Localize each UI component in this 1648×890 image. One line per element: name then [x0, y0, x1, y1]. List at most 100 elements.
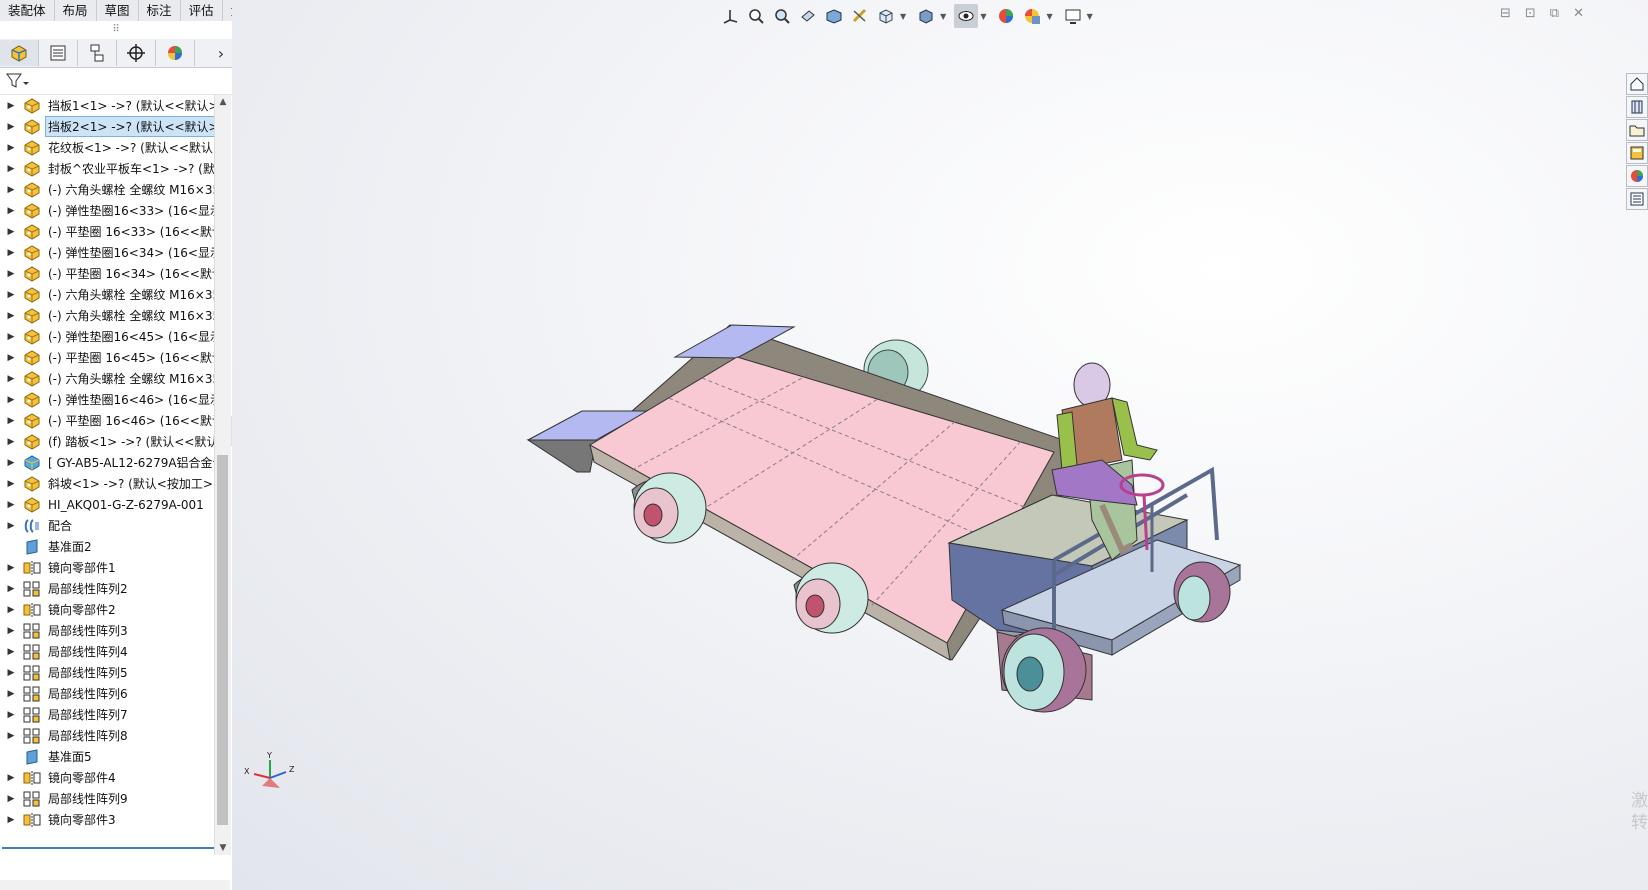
tree-horizontal-scrollbar[interactable] — [0, 880, 230, 890]
expand-arrow-icon[interactable]: ▶ — [0, 668, 22, 678]
expand-arrow-icon[interactable]: ▶ — [0, 353, 22, 363]
display-style-icon[interactable] — [914, 4, 938, 28]
tab-2[interactable]: 草图 — [97, 0, 139, 21]
expand-arrow-icon[interactable]: ▶ — [0, 794, 22, 804]
tree-item[interactable]: ▶ (-) 平垫圈 16<45> (16<<默认> — [0, 347, 216, 368]
tree-item[interactable]: ▶ (-) 弹性垫圈16<34> (16<显示状 — [0, 242, 216, 263]
dropdown-arrow-icon[interactable]: ▼ — [1046, 12, 1052, 21]
tab-dimxpert[interactable] — [117, 40, 156, 66]
dropdown-arrow-icon[interactable]: ▼ — [940, 12, 946, 21]
custom-properties-icon[interactable] — [1626, 188, 1648, 210]
scrollbar-thumb[interactable] — [217, 455, 228, 825]
expand-arrow-icon[interactable]: ▶ — [0, 374, 22, 384]
tile-left-icon[interactable]: ⊟ — [1500, 6, 1511, 21]
pane-grip[interactable]: ⠿ — [0, 21, 232, 39]
expand-arrow-icon[interactable]: ▶ — [0, 479, 22, 489]
expand-arrow-icon[interactable]: ▶ — [0, 710, 22, 720]
expand-arrow-icon[interactable]: ▶ — [0, 605, 22, 615]
tree-item[interactable]: ▶ 封板^农业平板车<1> ->? (默认 — [0, 158, 216, 179]
tree-item[interactable]: ▶ 斜坡<1> ->? (默认<按加工><< — [0, 473, 216, 494]
tree-item[interactable]: ▶ 花纹板<1> ->? (默认<<默认>_ — [0, 137, 216, 158]
tab-1[interactable]: 布局 — [55, 0, 97, 21]
tile-right-icon[interactable]: ⊡ — [1525, 6, 1536, 21]
expand-arrow-icon[interactable]: ▶ — [0, 458, 22, 468]
tree-item[interactable]: 基准面5 — [0, 746, 216, 767]
tree-item[interactable]: ▶ (-) 六角头螺栓 全螺纹 M16×35] — [0, 305, 216, 326]
expand-arrow-icon[interactable]: ▶ — [0, 647, 22, 657]
tree-item[interactable]: ▶ (-) 六角头螺栓 全螺纹 M16×35] — [0, 368, 216, 389]
expand-arrow-icon[interactable]: ▶ — [0, 227, 22, 237]
graphics-viewport[interactable]: Y X Z ▼ ▼ ▼ ▼ ▼ ⊟ ⊡ ⧉ ✕ 激 转 — [232, 0, 1648, 890]
tree-item[interactable]: ▶ 挡板2<1> ->? (默认<<默认>_显 — [0, 116, 216, 137]
vehicle-model[interactable]: Y X Z — [232, 0, 1648, 890]
tree-item[interactable]: ▶ 局部线性阵列3 — [0, 620, 216, 641]
expand-arrow-icon[interactable]: ▶ — [0, 416, 22, 426]
tab-feature-manager[interactable] — [0, 40, 39, 66]
expand-arrow-icon[interactable]: ▶ — [0, 395, 22, 405]
tree-item[interactable]: ▶ (-) 平垫圈 16<34> (16<<默认> — [0, 263, 216, 284]
expand-arrow-icon[interactable]: ▶ — [0, 332, 22, 342]
appearances-icon[interactable] — [1626, 165, 1648, 187]
tree-item[interactable]: ▶ 镜向零部件1 — [0, 557, 216, 578]
tab-property-manager[interactable] — [39, 40, 78, 66]
expand-arrow-icon[interactable]: ▶ — [0, 773, 22, 783]
tree-item[interactable]: ▶ 配合 — [0, 515, 216, 536]
rollback-bar[interactable] — [2, 847, 214, 849]
tree-item[interactable]: ▶ (-) 六角头螺栓 全螺纹 M16×35] — [0, 284, 216, 305]
dropdown-arrow-icon[interactable]: ▼ — [1087, 12, 1093, 21]
dropdown-arrow-icon[interactable]: ▼ — [900, 12, 906, 21]
tree-item[interactable]: ▶ 局部线性阵列4 — [0, 641, 216, 662]
tree-item[interactable]: ▶ 镜向零部件2 — [0, 599, 216, 620]
view-palette-icon[interactable] — [1626, 142, 1648, 164]
tab-0[interactable]: 装配体 — [0, 0, 55, 21]
restore-icon[interactable]: ⧉ — [1550, 6, 1559, 21]
tree-scrollbar[interactable]: ▲ ▼ — [214, 95, 231, 855]
tab-display-manager[interactable] — [156, 40, 195, 66]
expand-arrow-icon[interactable]: ▶ — [0, 626, 22, 636]
zoom-to-area-icon[interactable] — [770, 4, 794, 28]
tree-item[interactable]: ▶ (-) 弹性垫圈16<45> (16<显示状 — [0, 326, 216, 347]
expand-arrow-icon[interactable]: ▶ — [0, 689, 22, 699]
tree-item[interactable]: 基准面2 — [0, 536, 216, 557]
tree-item[interactable]: ▶ 局部线性阵列2 — [0, 578, 216, 599]
tree-item[interactable]: ▶ HI_AKQ01-G-Z-6279A-001 — [0, 494, 216, 515]
expand-arrow-icon[interactable]: ▶ — [0, 500, 22, 510]
expand-arrow-icon[interactable]: ▶ — [0, 584, 22, 594]
expand-arrow-icon[interactable]: ▶ — [0, 101, 22, 111]
expand-arrow-icon[interactable]: ▶ — [0, 248, 22, 258]
tree-item[interactable]: ▶ 局部线性阵列8 — [0, 725, 216, 746]
tree-item[interactable]: ▶ 局部线性阵列6 — [0, 683, 216, 704]
expand-arrow-icon[interactable]: ▶ — [0, 563, 22, 573]
dynamic-annotation-icon[interactable] — [848, 4, 872, 28]
tree-item[interactable]: ▶ 局部线性阵列5 — [0, 662, 216, 683]
expand-arrow-icon[interactable]: ▶ — [0, 269, 22, 279]
tree-item[interactable]: ▶ (-) 六角头螺栓 全螺纹 M16×35] — [0, 179, 216, 200]
tree-item[interactable]: ▶ (-) 平垫圈 16<33> (16<<默认> — [0, 221, 216, 242]
expand-arrow-icon[interactable]: ▶ — [0, 311, 22, 321]
previous-view-icon[interactable] — [796, 4, 820, 28]
section-view-icon[interactable] — [822, 4, 846, 28]
tree-item[interactable]: ▶ [ GY-AB5-AL12-6279A铝合金合 — [0, 452, 216, 473]
zoom-to-fit-icon[interactable] — [744, 4, 768, 28]
scroll-up-arrow[interactable]: ▲ — [215, 97, 231, 107]
home-icon[interactable] — [1626, 73, 1648, 95]
expand-arrow-icon[interactable]: ▶ — [0, 290, 22, 300]
tab-4[interactable]: 评估 — [181, 0, 223, 21]
expand-arrow-icon[interactable]: ▶ — [0, 206, 22, 216]
reference-triad-icon[interactable] — [718, 4, 742, 28]
design-library-icon[interactable] — [1626, 96, 1648, 118]
tree-filter[interactable] — [0, 68, 232, 95]
expand-arrow-icon[interactable]: ▶ — [0, 143, 22, 153]
apply-scene-icon[interactable] — [1020, 4, 1044, 28]
view-orientation-icon[interactable] — [874, 4, 898, 28]
expand-arrow-icon[interactable]: ▶ — [0, 815, 22, 825]
expand-arrow-icon[interactable]: ▶ — [0, 731, 22, 741]
scroll-down-arrow[interactable]: ▼ — [215, 843, 231, 853]
tree-item[interactable]: ▶ (-) 平垫圈 16<46> (16<<默认> — [0, 410, 216, 431]
expand-arrow-icon[interactable]: ▶ — [0, 185, 22, 195]
dropdown-arrow-icon[interactable]: ▼ — [980, 12, 986, 21]
tree-item[interactable]: ▶ 镜向零部件4 — [0, 767, 216, 788]
tab-configuration-manager[interactable] — [78, 40, 117, 66]
edit-appearance-icon[interactable] — [994, 4, 1018, 28]
tree-item[interactable]: ▶ (-) 弹性垫圈16<33> (16<显示状 — [0, 200, 216, 221]
